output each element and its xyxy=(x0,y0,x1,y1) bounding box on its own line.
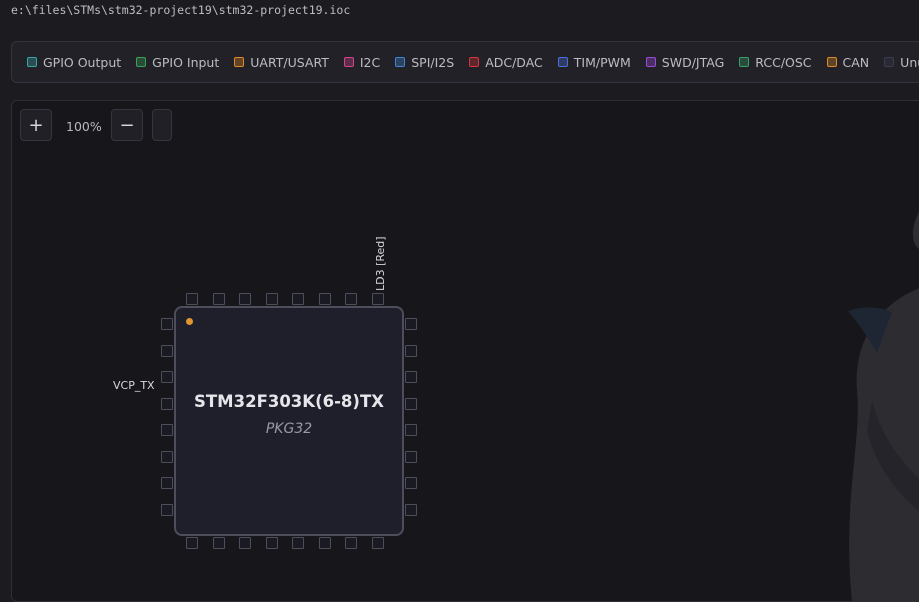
pin1-marker xyxy=(186,318,193,325)
pin-32[interactable] xyxy=(186,293,198,305)
pin-15[interactable] xyxy=(345,537,357,549)
legend-item-adc: ADC/DAC xyxy=(469,55,543,70)
legend-item-spi: SPI/I2S xyxy=(395,55,454,70)
legend-label: SPI/I2S xyxy=(411,54,455,70)
zoom-out-button[interactable]: − xyxy=(111,109,143,141)
swd-swatch xyxy=(645,57,656,67)
chip-package: PKG32 xyxy=(265,421,313,437)
pin-14[interactable] xyxy=(318,537,331,549)
pin-1[interactable] xyxy=(161,318,173,330)
i2c-swatch xyxy=(343,57,354,67)
pin-10[interactable] xyxy=(212,537,225,549)
pin-6[interactable] xyxy=(161,450,173,463)
zoom-level: 100% xyxy=(66,119,102,134)
pin-25[interactable] xyxy=(371,293,384,305)
legend-item-i2c: I2C xyxy=(343,54,381,70)
mcu-chip[interactable]: STM32F303K(6-8)TX PKG32 xyxy=(174,306,404,536)
chip-name: STM32F303K(6-8)TX xyxy=(194,392,384,411)
pin-type-legend: GPIO Output GPIO Input UART/USART I2C SP… xyxy=(11,41,919,83)
pinout-canvas[interactable]: + 100% − 3231302928272625910111213141516… xyxy=(11,100,919,602)
rcc-swatch xyxy=(739,57,750,67)
legend-item-unused: Unused xyxy=(884,55,919,70)
legend-item-gpio-input: GPIO Input xyxy=(136,55,219,70)
legend-label: GPIO Input xyxy=(152,54,220,70)
pin-31[interactable] xyxy=(212,293,225,305)
can-swatch xyxy=(826,57,837,67)
pin-19[interactable] xyxy=(405,450,417,463)
pin-28[interactable] xyxy=(292,293,304,305)
adc-swatch xyxy=(469,57,480,67)
pin-7[interactable] xyxy=(161,477,173,489)
legend-item-rcc: RCC/OSC xyxy=(739,54,812,70)
pin-18[interactable] xyxy=(405,477,417,489)
legend-label: UART/USART xyxy=(250,54,329,70)
legend-label: ADC/DAC xyxy=(485,54,543,70)
legend-label: Unused xyxy=(900,54,919,70)
pin-13[interactable] xyxy=(292,537,304,549)
pin-8[interactable] xyxy=(161,503,173,516)
gpio-input-swatch xyxy=(136,57,147,67)
legend-item-uart: UART/USART xyxy=(234,55,329,70)
pin-12[interactable] xyxy=(265,537,278,549)
file-path: e:\files\STMs\stm32-project19\stm32-proj… xyxy=(11,3,351,17)
pin-5[interactable] xyxy=(161,424,173,436)
pin-23[interactable] xyxy=(405,344,417,357)
pin-30[interactable] xyxy=(239,293,251,305)
pin-11[interactable] xyxy=(239,537,251,549)
legend-label: CAN xyxy=(842,54,870,70)
legend-label: I2C xyxy=(359,54,381,70)
signal-label-pin25[interactable]: LD3 [Red] xyxy=(374,236,387,291)
legend-label: RCC/OSC xyxy=(755,54,812,70)
pin-4[interactable] xyxy=(161,397,173,410)
background-artwork xyxy=(848,212,919,601)
pin-2[interactable] xyxy=(161,344,173,357)
fit-view-button[interactable] xyxy=(152,109,172,141)
pin-22[interactable] xyxy=(405,371,417,383)
pin-21[interactable] xyxy=(405,397,417,410)
pin-29[interactable] xyxy=(265,293,278,305)
pin-16[interactable] xyxy=(371,537,384,549)
signal-label-pin3[interactable]: VCP_TX xyxy=(113,379,155,392)
pin-26[interactable] xyxy=(345,293,357,305)
zoom-in-button[interactable]: + xyxy=(20,109,52,141)
legend-item-gpio-output: GPIO Output xyxy=(27,55,121,70)
uart-swatch xyxy=(234,57,245,67)
pin-3[interactable] xyxy=(161,371,173,383)
spi-swatch xyxy=(395,57,406,67)
legend-item-can: CAN xyxy=(826,54,870,70)
pin-20[interactable] xyxy=(405,424,417,436)
pin-27[interactable] xyxy=(318,293,331,305)
pin-9[interactable] xyxy=(186,537,198,549)
pin-17[interactable] xyxy=(405,503,417,516)
tim-swatch xyxy=(557,57,568,67)
gpio-output-swatch xyxy=(27,57,37,67)
legend-label: SWD/JTAG xyxy=(661,54,725,70)
legend-item-swd: SWD/JTAG xyxy=(645,54,725,70)
legend-label: GPIO Output xyxy=(43,54,122,70)
legend-item-tim: TIM/PWM xyxy=(557,54,631,70)
pin-24[interactable] xyxy=(405,318,417,330)
legend-label: TIM/PWM xyxy=(573,54,631,70)
unused-swatch xyxy=(884,57,895,67)
